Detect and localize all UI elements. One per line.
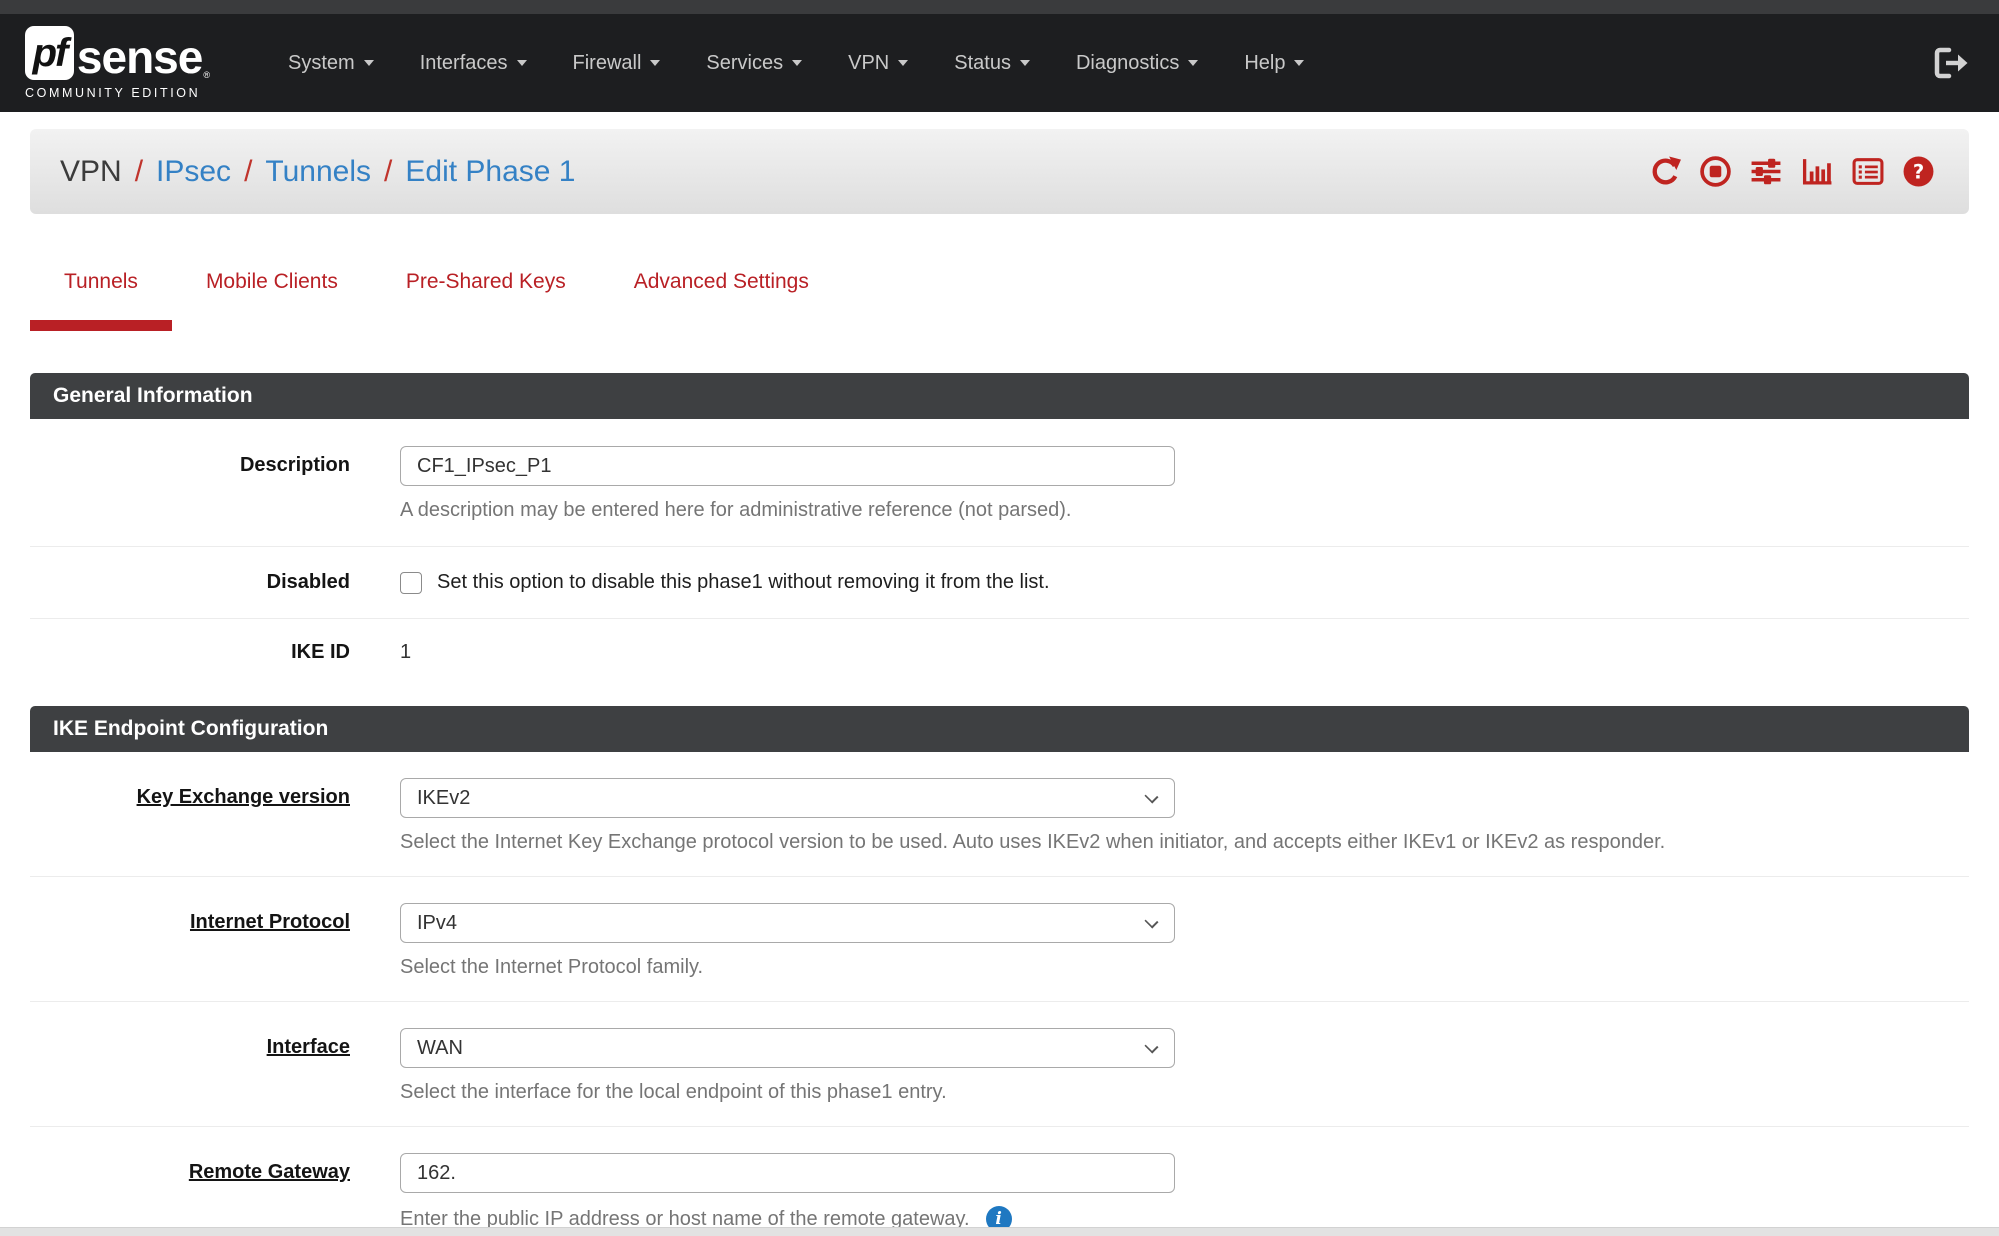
registered-mark: ® xyxy=(203,70,210,80)
key-exchange-version-help: Select the Internet Key Exchange protoco… xyxy=(400,831,1969,854)
section-ike-endpoint-configuration: IKE Endpoint Configuration Key Exchange … xyxy=(30,706,1969,1236)
breadcrumb-tunnels-link[interactable]: Tunnels xyxy=(265,155,371,189)
internet-protocol-help: Select the Internet Protocol family. xyxy=(400,956,1969,979)
description-input[interactable] xyxy=(400,446,1175,486)
menu-vpn[interactable]: VPN xyxy=(825,52,931,75)
ike-id-label: IKE ID xyxy=(30,641,350,664)
row-remote-gateway: Remote Gateway Enter the public IP addre… xyxy=(30,1127,1969,1236)
interface-select[interactable]: WAN xyxy=(400,1028,1175,1068)
tab-bar: Tunnels Mobile Clients Pre-Shared Keys A… xyxy=(30,270,1969,331)
interface-label: Interface xyxy=(30,1028,350,1104)
stop-icon[interactable] xyxy=(1699,155,1732,188)
internet-protocol-label: Internet Protocol xyxy=(30,903,350,979)
disabled-label: Disabled xyxy=(30,571,350,594)
bar-chart-icon[interactable] xyxy=(1800,155,1834,188)
section-general-information: General Information Description A descri… xyxy=(30,373,1969,686)
chevron-down-icon xyxy=(650,60,660,66)
ike-id-value: 1 xyxy=(400,641,1969,664)
menu-diagnostics[interactable]: Diagnostics xyxy=(1053,52,1221,75)
key-exchange-version-label: Key Exchange version xyxy=(30,778,350,854)
description-help: A description may be entered here for ad… xyxy=(400,499,1969,522)
svg-text:?: ? xyxy=(1913,161,1924,184)
row-internet-protocol: Internet Protocol IPv4 Select the Intern… xyxy=(30,877,1969,1002)
logo-subtitle: COMMUNITY EDITION xyxy=(25,86,210,100)
sliders-icon[interactable] xyxy=(1749,155,1783,188)
section-title: General Information xyxy=(30,373,1969,419)
breadcrumb-vpn: VPN xyxy=(60,155,122,189)
tab-tunnels[interactable]: Tunnels xyxy=(30,270,172,331)
breadcrumb-bar: VPN / IPsec / Tunnels / Edit Phase 1 xyxy=(30,129,1969,214)
breadcrumb-edit-phase1[interactable]: Edit Phase 1 xyxy=(405,155,575,189)
main-menu: System Interfaces Firewall Services VPN … xyxy=(265,52,1327,75)
pf-logo-badge: pf xyxy=(25,26,74,80)
chevron-down-icon xyxy=(1144,1039,1158,1053)
row-interface: Interface WAN Select the interface for t… xyxy=(30,1002,1969,1127)
tab-mobile-clients[interactable]: Mobile Clients xyxy=(172,270,372,331)
menu-firewall[interactable]: Firewall xyxy=(550,52,684,75)
description-label: Description xyxy=(30,446,350,522)
chevron-down-icon xyxy=(1020,60,1030,66)
tab-advanced-settings[interactable]: Advanced Settings xyxy=(600,270,843,331)
row-ike-id: IKE ID 1 xyxy=(30,619,1969,686)
tab-pre-shared-keys[interactable]: Pre-Shared Keys xyxy=(372,270,600,331)
next-row-divider xyxy=(0,1227,1999,1236)
chevron-down-icon xyxy=(1144,914,1158,928)
chevron-down-icon xyxy=(1294,60,1304,66)
page-action-icons: ? xyxy=(1649,155,1935,188)
menu-help[interactable]: Help xyxy=(1221,52,1327,75)
breadcrumb-ipsec-link[interactable]: IPsec xyxy=(156,155,231,189)
remote-gateway-input[interactable] xyxy=(400,1153,1175,1193)
chevron-down-icon xyxy=(1188,60,1198,66)
disabled-checkbox[interactable] xyxy=(400,572,422,594)
log-list-icon[interactable] xyxy=(1851,155,1885,188)
logo-wordmark: sense xyxy=(77,34,202,80)
chevron-down-icon xyxy=(898,60,908,66)
pfsense-logo[interactable]: pf sense ® COMMUNITY EDITION xyxy=(25,26,210,100)
remote-gateway-label: Remote Gateway xyxy=(30,1153,350,1232)
disabled-checkbox-text: Set this option to disable this phase1 w… xyxy=(437,571,1050,594)
row-key-exchange-version: Key Exchange version IKEv2 Select the In… xyxy=(30,752,1969,877)
internet-protocol-select[interactable]: IPv4 xyxy=(400,903,1175,943)
chevron-down-icon xyxy=(364,60,374,66)
chevron-down-icon xyxy=(1144,789,1158,803)
key-exchange-version-select[interactable]: IKEv2 xyxy=(400,778,1175,818)
chevron-down-icon xyxy=(517,60,527,66)
menu-interfaces[interactable]: Interfaces xyxy=(397,52,550,75)
menu-status[interactable]: Status xyxy=(931,52,1053,75)
menu-services[interactable]: Services xyxy=(683,52,825,75)
row-description: Description A description may be entered… xyxy=(30,419,1969,547)
menu-system[interactable]: System xyxy=(265,52,397,75)
section-title: IKE Endpoint Configuration xyxy=(30,706,1969,752)
chevron-down-icon xyxy=(792,60,802,66)
interface-help: Select the interface for the local endpo… xyxy=(400,1081,1969,1104)
refresh-icon[interactable] xyxy=(1649,155,1682,188)
row-disabled: Disabled Set this option to disable this… xyxy=(30,547,1969,619)
top-navbar: pf sense ® COMMUNITY EDITION System Inte… xyxy=(0,14,1999,112)
help-icon[interactable]: ? xyxy=(1902,155,1935,188)
breadcrumb: VPN / IPsec / Tunnels / Edit Phase 1 xyxy=(60,155,576,189)
window-top-strip xyxy=(0,0,1999,14)
sign-out-icon[interactable] xyxy=(1933,46,1969,80)
